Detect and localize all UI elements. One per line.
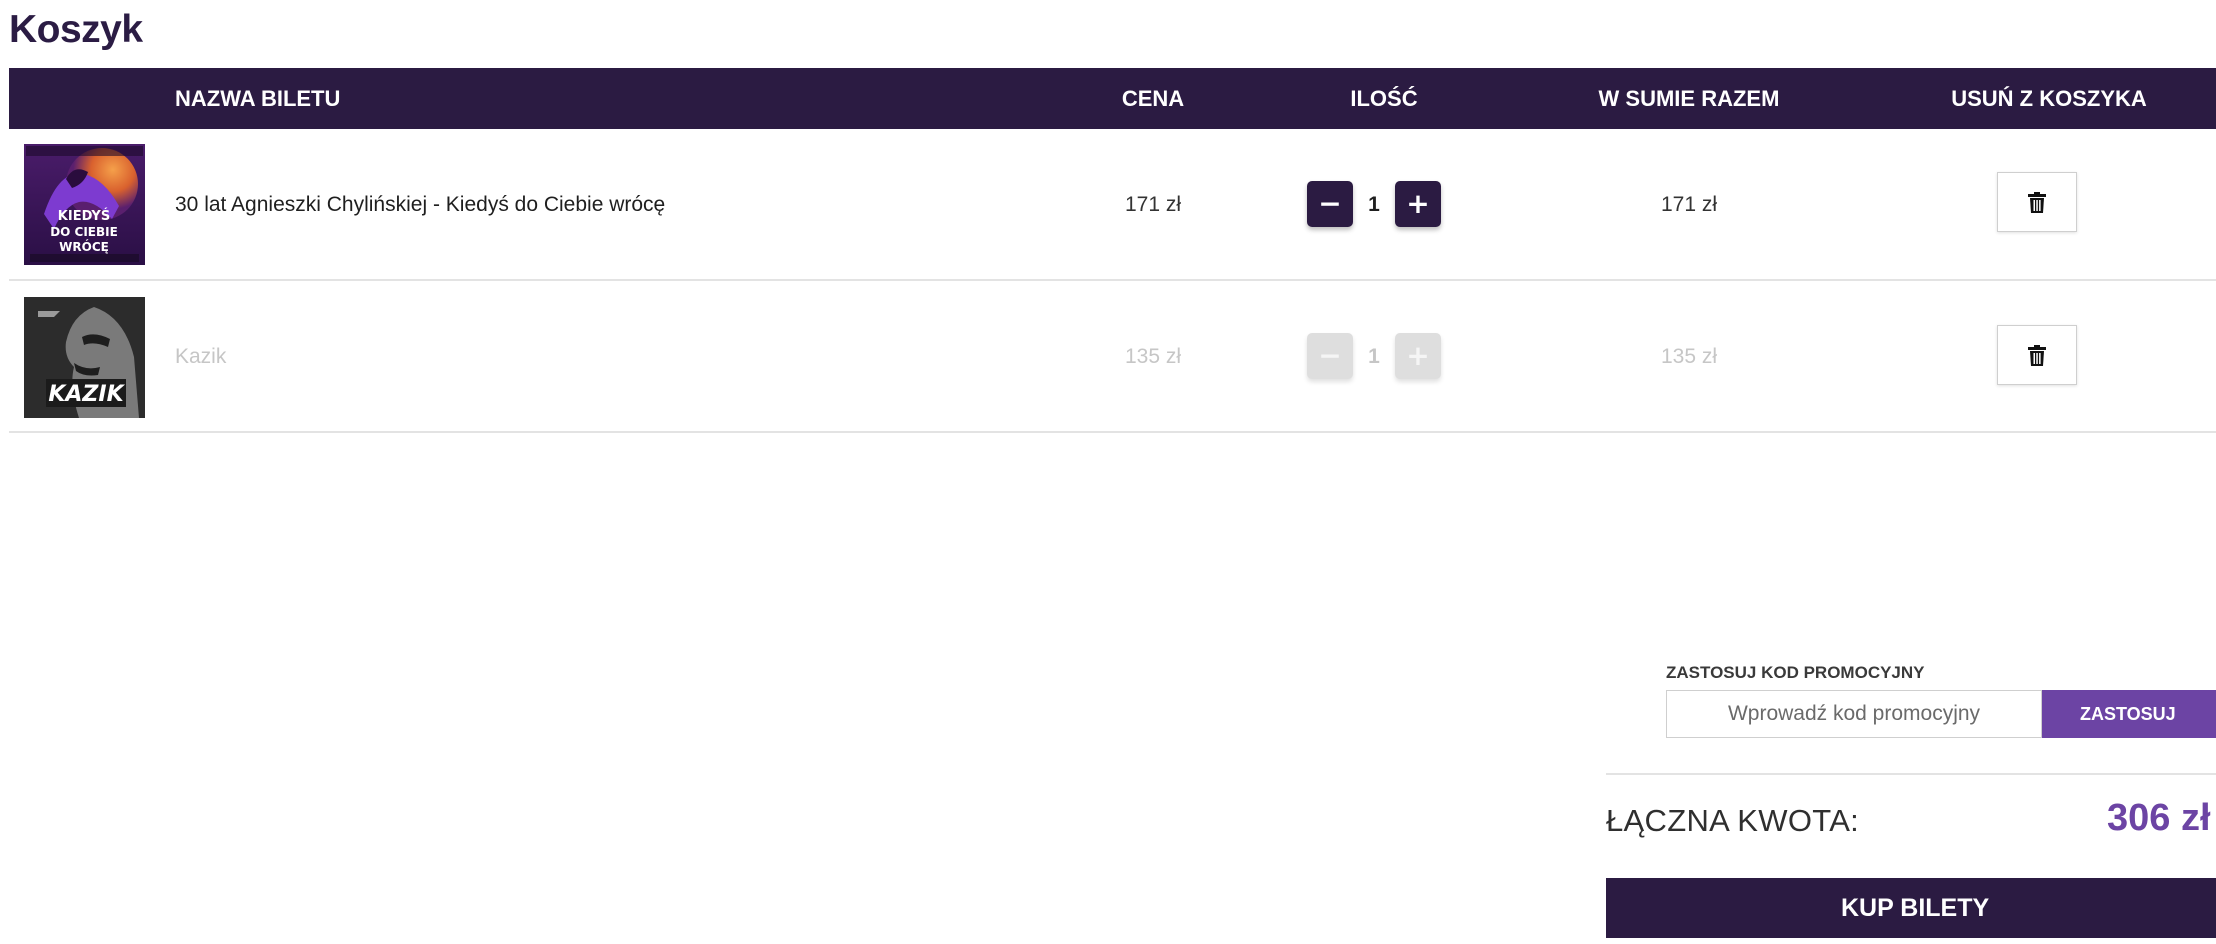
ticket-name[interactable]: Kazik xyxy=(175,283,226,433)
quantity-value: 1 xyxy=(1368,193,1380,216)
promo-code-label: ZASTOSUJ KOD PROMOCYJNY xyxy=(1666,663,1925,682)
cart-row: KIEDYŚ DO CIEBIE WRÓCĘ 30 lat Agnieszki … xyxy=(9,131,2216,281)
trash-icon xyxy=(2028,191,2046,213)
row-total: 135 zł xyxy=(1660,345,1718,368)
ticket-thumbnail[interactable]: KIEDYŚ DO CIEBIE WRÓCĘ xyxy=(24,144,145,265)
svg-text:KIEDYŚ: KIEDYŚ xyxy=(58,208,110,224)
cart-table-header: NAZWA BILETU CENA ILOŚĆ W SUMIE RAZEM US… xyxy=(9,68,2216,129)
header-remove: USUŃ Z KOSZYKA xyxy=(1951,86,2147,111)
buy-tickets-button[interactable]: KUP BILETY xyxy=(1606,878,2216,938)
promo-code-input[interactable] xyxy=(1666,690,2042,738)
apply-promo-button[interactable]: ZASTOSUJ xyxy=(2042,690,2216,738)
header-price: CENA xyxy=(1121,86,1185,111)
ticket-price: 171 zł xyxy=(1124,193,1182,216)
header-ticket-name: NAZWA BILETU xyxy=(175,86,341,111)
remove-from-cart-button[interactable] xyxy=(1997,325,2077,385)
remove-from-cart-button[interactable] xyxy=(1997,172,2077,232)
row-total: 171 zł xyxy=(1660,193,1718,216)
quantity-increase-button[interactable]: + xyxy=(1395,333,1441,379)
header-total: W SUMIE RAZEM xyxy=(1598,86,1780,111)
total-amount-label: ŁĄCZNA KWOTA: xyxy=(1606,803,1860,838)
ticket-thumbnail-image: KAZIK xyxy=(24,297,145,418)
ticket-name[interactable]: 30 lat Agnieszki Chylińskiej - Kiedyś do… xyxy=(175,131,665,281)
svg-text:DO CIEBIE: DO CIEBIE xyxy=(50,225,118,239)
ticket-thumbnail[interactable]: KAZIK xyxy=(24,297,145,418)
page-title: Koszyk xyxy=(9,8,143,51)
quantity-increase-button[interactable]: + xyxy=(1395,181,1441,227)
ticket-price: 135 zł xyxy=(1124,345,1182,368)
quantity-decrease-button[interactable]: − xyxy=(1307,333,1353,379)
header-quantity: ILOŚĆ xyxy=(1350,86,1418,111)
cart-row: KAZIK Kazik 135 zł − 1 + 135 zł xyxy=(9,283,2216,433)
svg-text:WRÓCĘ: WRÓCĘ xyxy=(59,239,109,254)
cart-page: Koszyk NAZWA BILETU CENA ILOŚĆ W SUMIE R… xyxy=(0,0,2216,944)
quantity-value: 1 xyxy=(1368,345,1380,368)
svg-text:KAZIK: KAZIK xyxy=(48,382,125,407)
summary-divider xyxy=(1606,773,2216,775)
ticket-thumbnail-image: KIEDYŚ DO CIEBIE WRÓCĘ xyxy=(24,144,145,265)
trash-icon xyxy=(2028,344,2046,366)
quantity-decrease-button[interactable]: − xyxy=(1307,181,1353,227)
total-amount-value: 306 zł xyxy=(2107,797,2211,839)
